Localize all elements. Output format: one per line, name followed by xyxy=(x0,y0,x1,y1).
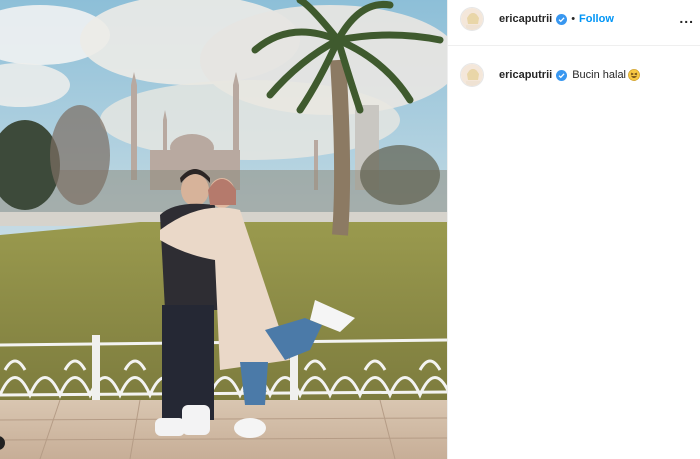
post-photo[interactable] xyxy=(0,0,447,459)
more-options-icon[interactable]: ... xyxy=(679,10,694,26)
username[interactable]: ericaputrii xyxy=(499,13,552,25)
caption-row: ericaputrii Bucin halal xyxy=(460,62,690,88)
follow-button[interactable]: Follow xyxy=(579,13,614,25)
grinning-squinting-face-icon xyxy=(628,69,640,81)
header-divider xyxy=(448,45,700,46)
post-header: ericaputrii • Follow xyxy=(460,6,690,32)
photo-image xyxy=(0,0,447,459)
caption-username[interactable]: ericaputrii xyxy=(499,69,552,81)
caption-text: Bucin halal xyxy=(572,69,627,81)
post-sidebar: ericaputrii • Follow ... ericaputrii Buc… xyxy=(447,0,700,459)
separator-dot: • xyxy=(571,13,576,25)
verified-badge-icon xyxy=(556,13,568,25)
avatar[interactable] xyxy=(460,7,484,31)
caption-verified-icon xyxy=(556,69,568,81)
caption-avatar[interactable] xyxy=(460,63,484,87)
